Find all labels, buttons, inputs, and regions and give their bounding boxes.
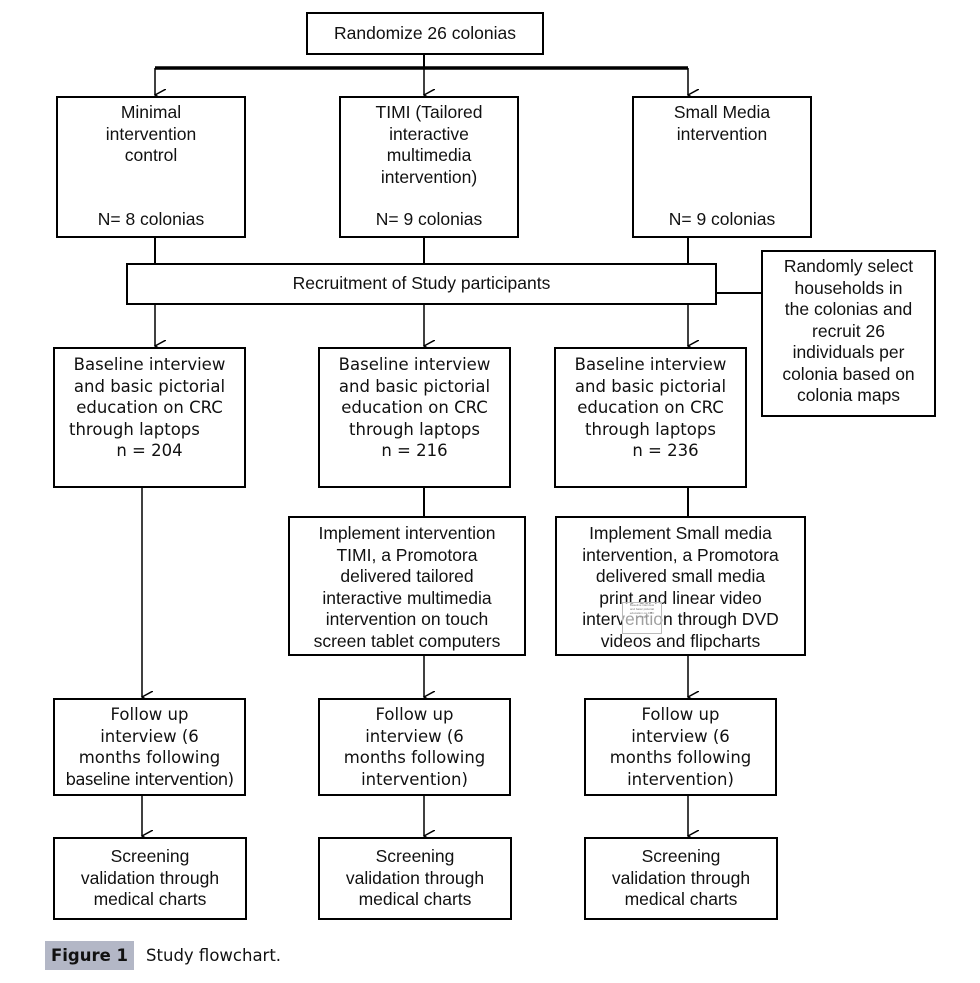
arm-n-colonias: N= 9 colonias [668,208,776,229]
screening-box-minimal: Screening validation through medical cha… [53,837,247,920]
screening-line: medical charts [93,889,207,909]
arm-title-line: interactive [389,123,469,144]
followup-line: Follow up [110,705,189,724]
note-line: the colonias and [784,299,913,319]
screening-line: medical charts [624,889,738,909]
arm-title-line: TIMI (Tailored [375,102,483,122]
randomize-text: Randomize 26 colonias [334,23,516,43]
note-line: households in [794,277,903,298]
screening-line: medical charts [358,889,472,909]
note-line: colonia based on [782,363,915,384]
arm-title-line: multimedia [386,145,472,165]
followup-line: months following [609,748,752,767]
screening-line: Screening [110,846,190,866]
followup-line: intervention) [361,769,468,789]
followup-line: baseline intervention) [65,769,234,789]
implement-line: intervention, a Promotora [582,544,779,565]
baseline-box-small-media: Baseline interview and basic pictorial e… [554,347,747,488]
baseline-n: n = 204 [116,441,183,460]
baseline-line: Baseline interview [73,355,226,374]
implement-line: intervention on touch [325,609,489,629]
baseline-line: Baseline interview [574,355,727,374]
baseline-line: through laptops [69,419,200,439]
arm-title-line: Small Media [673,102,771,122]
implement-line: Implement Small media [589,523,772,543]
baseline-line: through laptops [349,419,480,439]
note-line: individuals per [792,342,905,362]
implement-line: Implement intervention [318,523,496,543]
recruitment-text: Recruitment of Study participants [292,273,551,293]
arm-n-colonias: N= 9 colonias [375,208,483,229]
baseline-line: education on CRC [341,398,488,417]
baseline-n: n = 216 [381,441,448,460]
screening-box-small-media: Screening validation through medical cha… [584,837,778,920]
baseline-box-timi: Baseline interview and basic pictorial e… [318,347,511,488]
implement-line: intervention through DVD [582,609,779,629]
figure-label: Figure 1 [45,941,135,970]
note-line: Randomly select [783,256,914,276]
arm-box-timi: TIMI (Tailored interactive multimedia in… [339,96,519,238]
arm-title-line: intervention) [380,166,478,187]
followup-line: interview (6 [100,726,199,746]
figure-caption: Figure 1 Study flowchart. [45,941,281,970]
ghost-line: n = 216 [636,615,648,619]
figure-title: Study flowchart. [146,946,282,965]
followup-box-small-media: Follow up interview (6 months following … [584,698,777,796]
recruitment-box: Recruitment of Study participants [126,263,717,305]
followup-box-timi: Follow up interview (6 months following … [318,698,511,796]
note-line: colonia maps [796,385,901,405]
implement-line: screen tablet computers [313,630,501,651]
arm-box-small-media: Small Media intervention N= 9 colonias [632,96,812,238]
baseline-line: through laptops [585,419,716,439]
ghost-artifact-thumbnail: Baseline interview and basic pictorial e… [622,602,662,634]
followup-line: interview (6 [631,726,730,746]
baseline-line: Baseline interview [338,355,491,374]
implement-line: videos and flipcharts [600,630,761,651]
arm-title-line: intervention [105,123,197,144]
arm-n-colonias: N= 8 colonias [97,208,205,229]
implement-line: delivered tailored [340,566,474,586]
screening-box-timi: Screening validation through medical cha… [318,837,512,920]
baseline-line: and basic pictorial [73,376,226,396]
screening-line: validation through [80,867,220,888]
implement-line: print and linear video [599,587,762,608]
baseline-line: and basic pictorial [574,376,727,396]
implement-line: interactive multimedia [322,587,492,608]
followup-line: months following [78,748,221,767]
baseline-line: and basic pictorial [338,376,491,396]
implement-box-timi: Implement intervention TIMI, a Promotora… [288,516,526,656]
screening-line: validation through [611,867,751,888]
followup-line: Follow up [375,705,454,724]
randomize-box: Randomize 26 colonias [306,12,544,55]
followup-box-minimal: Follow up interview (6 months following … [53,698,246,796]
note-line: recruit 26 [812,320,885,341]
followup-line: interview (6 [365,726,464,746]
followup-line: intervention) [627,769,734,789]
baseline-box-minimal: Baseline interview and basic pictorial e… [53,347,246,488]
implement-line: TIMI, a Promotora [336,544,478,565]
implement-line: delivered small media [595,566,766,586]
recruitment-note-box: Randomly select households in the coloni… [761,250,936,417]
screening-line: Screening [641,846,721,866]
baseline-line: education on CRC [577,398,724,417]
baseline-n: n = 236 [632,441,699,460]
baseline-line: education on CRC [76,398,223,417]
screening-line: Screening [375,846,455,866]
arm-title-line: intervention [676,123,768,144]
arm-box-minimal: Minimal intervention control N= 8 coloni… [56,96,246,238]
screening-line: validation through [345,867,485,888]
followup-line: months following [343,748,486,767]
implement-box-small-media: Implement Small media intervention, a Pr… [555,516,806,656]
arm-title-line: Minimal [120,102,182,122]
arm-title-line: control [124,145,178,165]
followup-line: Follow up [641,705,720,724]
